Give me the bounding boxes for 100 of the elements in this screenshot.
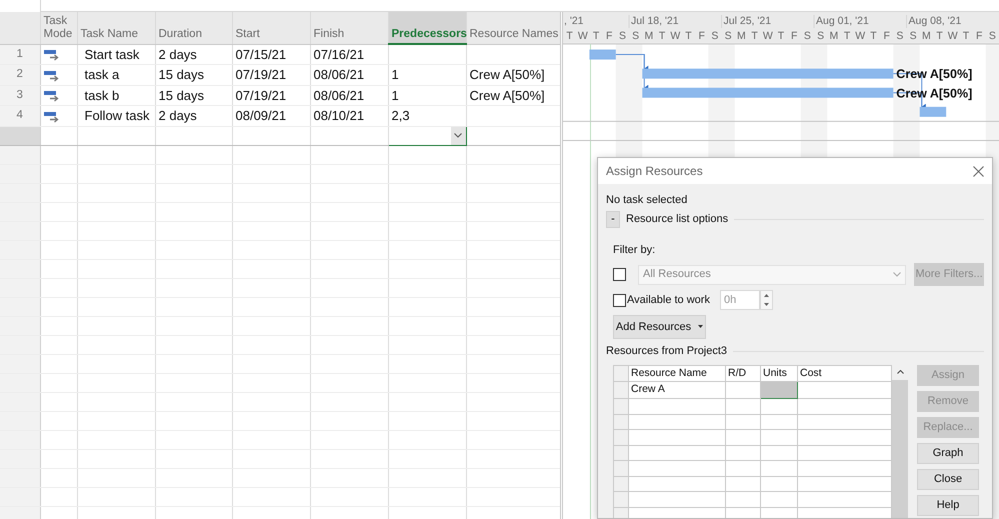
row-header[interactable]: [0, 221, 40, 240]
table-cell: [726, 492, 760, 507]
collapse-button[interactable]: -: [606, 210, 620, 228]
dialog-button[interactable]: Close: [917, 468, 979, 490]
task-name-cell: task b: [84, 88, 120, 102]
day-label: F: [883, 30, 890, 42]
checkbox[interactable]: [613, 294, 626, 306]
start-cell: 07/19/21: [236, 88, 286, 102]
dropdown-caret-icon[interactable]: [450, 127, 465, 144]
header-corner: [0, 12, 40, 44]
dialog-button[interactable]: Graph: [917, 442, 979, 464]
day-label: F: [976, 30, 982, 42]
add-resources-button[interactable]: Add Resources: [613, 315, 706, 339]
row-header[interactable]: [0, 278, 40, 297]
row-header[interactable]: [0, 164, 40, 183]
row-header[interactable]: [0, 183, 40, 202]
week-label: , '21: [564, 15, 584, 27]
checkbox[interactable]: [613, 268, 626, 281]
scrollbar[interactable]: [892, 364, 908, 518]
row-header[interactable]: [0, 297, 40, 316]
day-label: F: [791, 30, 798, 42]
day-label: W: [670, 30, 680, 42]
dialog-title: Assign Resources: [606, 163, 703, 180]
day-label: S: [910, 30, 917, 42]
table-cell: [760, 414, 798, 430]
duration-cell: 2 days: [158, 108, 197, 123]
row-header[interactable]: [614, 492, 628, 507]
column-header[interactable]: Duration: [155, 12, 232, 44]
status-text: No task selected: [606, 193, 688, 208]
start-cell: 07/15/21: [236, 46, 286, 62]
selected-cell[interactable]: [760, 382, 798, 398]
row-header[interactable]: [0, 126, 40, 145]
row-header[interactable]: [0, 145, 40, 164]
day-label: S: [632, 30, 640, 42]
chevron-down-icon: [893, 272, 902, 277]
day-label: T: [566, 30, 573, 42]
column-header[interactable]: Start: [232, 12, 310, 44]
day-label: M: [922, 30, 931, 42]
row-header[interactable]: [0, 468, 40, 487]
section-label: Resources from Project3: [606, 344, 728, 359]
row-header[interactable]: [0, 449, 40, 468]
finish-cell: 08/06/21: [314, 67, 364, 82]
row-header[interactable]: [0, 373, 40, 392]
column-header[interactable]: Task Name: [77, 12, 155, 44]
column-header[interactable]: Predecessors: [388, 12, 466, 44]
week-label: Jul 25, '21: [724, 15, 772, 27]
column-header[interactable]: Finish: [310, 12, 388, 44]
day-label: T: [936, 30, 943, 42]
day-label: T: [751, 30, 758, 42]
table-cell: [726, 382, 760, 398]
day-label: F: [606, 30, 612, 42]
table-cell: [760, 398, 798, 414]
day-label: W: [855, 30, 866, 42]
row-header[interactable]: [0, 411, 40, 430]
column-header[interactable]: R/D: [726, 365, 760, 382]
day-label: M: [829, 30, 838, 42]
column-header[interactable]: Units: [760, 365, 798, 382]
row-header[interactable]: [0, 335, 40, 354]
table-cell: [760, 460, 798, 476]
row-header[interactable]: [614, 476, 628, 492]
row-header[interactable]: [0, 202, 40, 221]
row-header[interactable]: [0, 430, 40, 449]
row-header[interactable]: [0, 487, 40, 506]
day-label: S: [896, 30, 904, 42]
task-name-cell: task a: [84, 67, 120, 82]
row-header[interactable]: [0, 392, 40, 411]
day-label: W: [948, 30, 958, 42]
day-label: S: [618, 30, 626, 42]
column-header[interactable]: Cost: [798, 365, 892, 382]
selected-cell[interactable]: [388, 126, 466, 145]
section-label: Resource list options: [626, 212, 728, 227]
row-header[interactable]: [614, 414, 628, 430]
week-label: Aug 08, '21: [908, 15, 962, 27]
row-header[interactable]: [0, 316, 40, 335]
row-header[interactable]: [0, 240, 40, 259]
day-label: M: [737, 30, 746, 42]
row-header[interactable]: [0, 354, 40, 373]
close-icon[interactable]: [973, 166, 984, 176]
row-header[interactable]: [614, 445, 628, 460]
column-header[interactable]: Resource Name: [628, 365, 726, 382]
resource-name-cell: Crew A: [628, 382, 726, 398]
spinner-arrows-icon[interactable]: [760, 290, 773, 310]
row-header[interactable]: [614, 460, 628, 476]
table-cell: [760, 430, 798, 445]
table-cell: [760, 476, 798, 492]
column-header[interactable]: Resource Names: [466, 12, 560, 44]
row-header[interactable]: [614, 398, 628, 414]
finish-cell: 08/06/21: [314, 88, 364, 102]
row-header[interactable]: [614, 507, 628, 518]
table-cell: [726, 398, 760, 414]
table-cell: [726, 445, 760, 460]
dialog-button[interactable]: Help: [917, 494, 979, 516]
day-label: T: [658, 30, 666, 42]
row-header[interactable]: [614, 382, 628, 398]
day-label: S: [724, 30, 732, 42]
table-cell: [726, 460, 760, 476]
row-header[interactable]: [0, 259, 40, 278]
column-header[interactable]: Task Mode: [40, 12, 77, 44]
row-header[interactable]: [614, 430, 628, 445]
table-cell: [760, 445, 798, 460]
